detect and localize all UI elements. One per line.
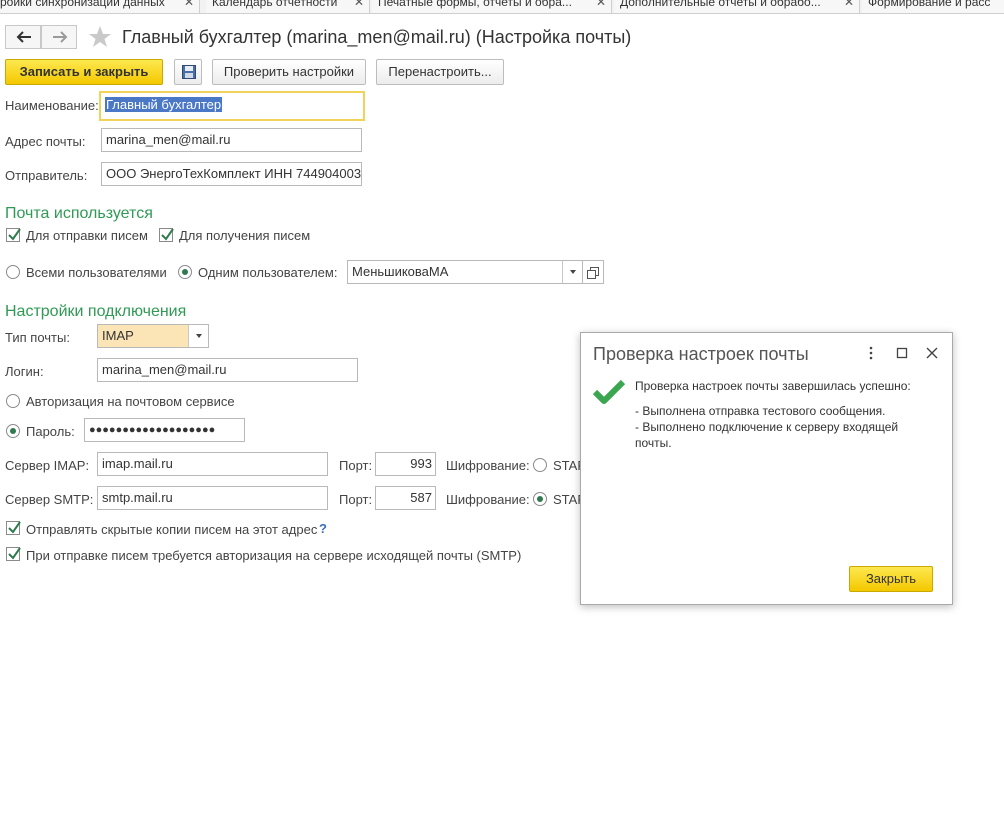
one-user-radio[interactable] [178,265,192,279]
imap-encryption-radio[interactable] [533,458,547,472]
open-window-icon [587,267,599,279]
tab-strip: ройки синхронизации данных ✕ Календарь о… [0,0,1004,14]
tab-label: Календарь отчетности [212,0,338,9]
dialog-close-button[interactable]: Закрыть [849,566,933,592]
smtp-label: Сервер SMTP: [5,492,94,507]
checkmark-icon [161,228,174,241]
dialog-title: Проверка настроек почты [593,344,809,364]
reconfigure-button[interactable]: Перенастроить... [376,59,504,85]
bcc-checkbox[interactable] [6,521,21,535]
chevron-down-icon[interactable] [188,325,208,347]
close-icon[interactable]: ✕ [184,0,194,9]
tab-forming[interactable]: Формирование и расс [862,0,1004,13]
tab-additional-reports[interactable]: Дополнительные отчеты и обрабо... ✕ [614,0,860,13]
imap-port-label: Порт: [339,458,373,473]
checkmark-icon [8,228,21,241]
check-settings-button[interactable]: Проверить настройки [212,59,366,85]
help-icon[interactable]: ? [319,521,327,536]
user-select[interactable]: МеньшиковаМА [347,260,583,284]
dialog-message-line1: Проверка настроек почты завершилась успе… [635,379,911,393]
sender-field[interactable]: ООО ЭнергоТехКомплект ИНН 7449040033 [101,162,362,186]
smtp-encryption-label: Шифрование: [446,492,530,507]
tab-label: ройки синхронизации данных [0,0,165,9]
chevron-down-icon[interactable] [562,261,582,283]
tab-label: Печатные формы, отчеты и обра... [378,0,572,9]
success-check-icon [593,379,625,404]
imap-encryption-label: Шифрование: [446,458,530,473]
email-label: Адрес почты: [5,134,86,149]
star-icon[interactable] [88,25,112,49]
all-users-label: Всеми пользователями [26,265,167,280]
smtp-port-label: Порт: [339,492,373,507]
sender-label: Отправитель: [5,168,88,183]
close-icon[interactable]: ✕ [844,0,854,9]
imap-server-field[interactable]: imap.mail.ru [97,452,328,476]
smtp-auth-label: При отправке писем требуется авторизация… [26,548,522,563]
smtp-auth-checkbox[interactable] [6,547,21,561]
dialog-message-line3: - Выполнено подключение к серверу входящ… [635,420,899,434]
send-label: Для отправки писем [26,228,148,243]
user-value: МеньшиковаМА [352,264,449,279]
page-title: Главный бухгалтер (marina_men@mail.ru) (… [122,27,632,47]
smtp-encryption-radio[interactable] [533,492,547,506]
usage-section-title: Почта используется [5,205,153,222]
login-field[interactable]: marina_men@mail.ru [97,358,358,382]
name-value: Главный бухгалтер [105,97,223,112]
name-field[interactable]: Главный бухгалтер [99,91,365,121]
arrow-right-icon [53,31,68,43]
close-icon[interactable]: ✕ [596,0,606,9]
save-button[interactable] [174,59,202,85]
close-icon[interactable] [924,345,940,361]
checkmark-icon [8,521,21,534]
checkmark-icon [8,547,21,560]
send-checkbox[interactable] [6,228,21,242]
auth-service-label: Авторизация на почтовом сервисе [26,394,235,409]
password-radio[interactable] [6,424,20,438]
dialog-message-line4: почты. [635,436,672,450]
mail-type-value: IMAP [102,328,134,343]
name-label: Наименование: [5,98,99,113]
close-icon[interactable]: ✕ [354,0,364,9]
smtp-server-field[interactable]: smtp.mail.ru [97,486,328,510]
tab-label: Дополнительные отчеты и обрабо... [620,0,821,9]
password-field[interactable]: ●●●●●●●●●●●●●●●●●●● [84,418,245,442]
forward-button[interactable] [41,25,77,49]
dialog-message-line2: - Выполнена отправка тестового сообщения… [635,404,886,418]
tab-sync-settings[interactable]: ройки синхронизации данных ✕ [0,0,200,13]
more-vertical-icon[interactable] [863,345,879,361]
imap-label: Сервер IMAP: [5,458,90,473]
floppy-disk-icon [182,65,196,79]
password-label: Пароль: [26,424,75,439]
mail-type-select[interactable]: IMAP [97,324,209,348]
tab-reporting-calendar[interactable]: Календарь отчетности ✕ [206,0,370,13]
receive-label: Для получения писем [179,228,311,243]
login-label: Логин: [5,364,44,379]
tab-label: Формирование и расс [868,0,991,9]
all-users-radio[interactable] [6,265,20,279]
arrow-left-icon [16,31,31,43]
email-field[interactable]: marina_men@mail.ru [101,128,362,152]
tab-print-forms[interactable]: Печатные формы, отчеты и обра... ✕ [372,0,612,13]
connection-section-title: Настройки подключения [5,303,187,320]
auth-service-radio[interactable] [6,394,20,408]
open-user-button[interactable] [583,260,604,284]
smtp-port-field[interactable]: 587 [375,486,436,510]
bcc-label: Отправлять скрытые копии писем на этот а… [26,522,318,537]
maximize-icon[interactable] [894,345,910,361]
one-user-label: Одним пользователем: [198,265,338,280]
back-button[interactable] [5,25,41,49]
save-and-close-button[interactable]: Записать и закрыть [5,59,163,85]
receive-checkbox[interactable] [159,228,174,242]
check-result-dialog: Проверка настроек почты Проверка настрое… [580,332,953,605]
mail-type-label: Тип почты: [5,330,70,345]
imap-port-field[interactable]: 993 [375,452,436,476]
